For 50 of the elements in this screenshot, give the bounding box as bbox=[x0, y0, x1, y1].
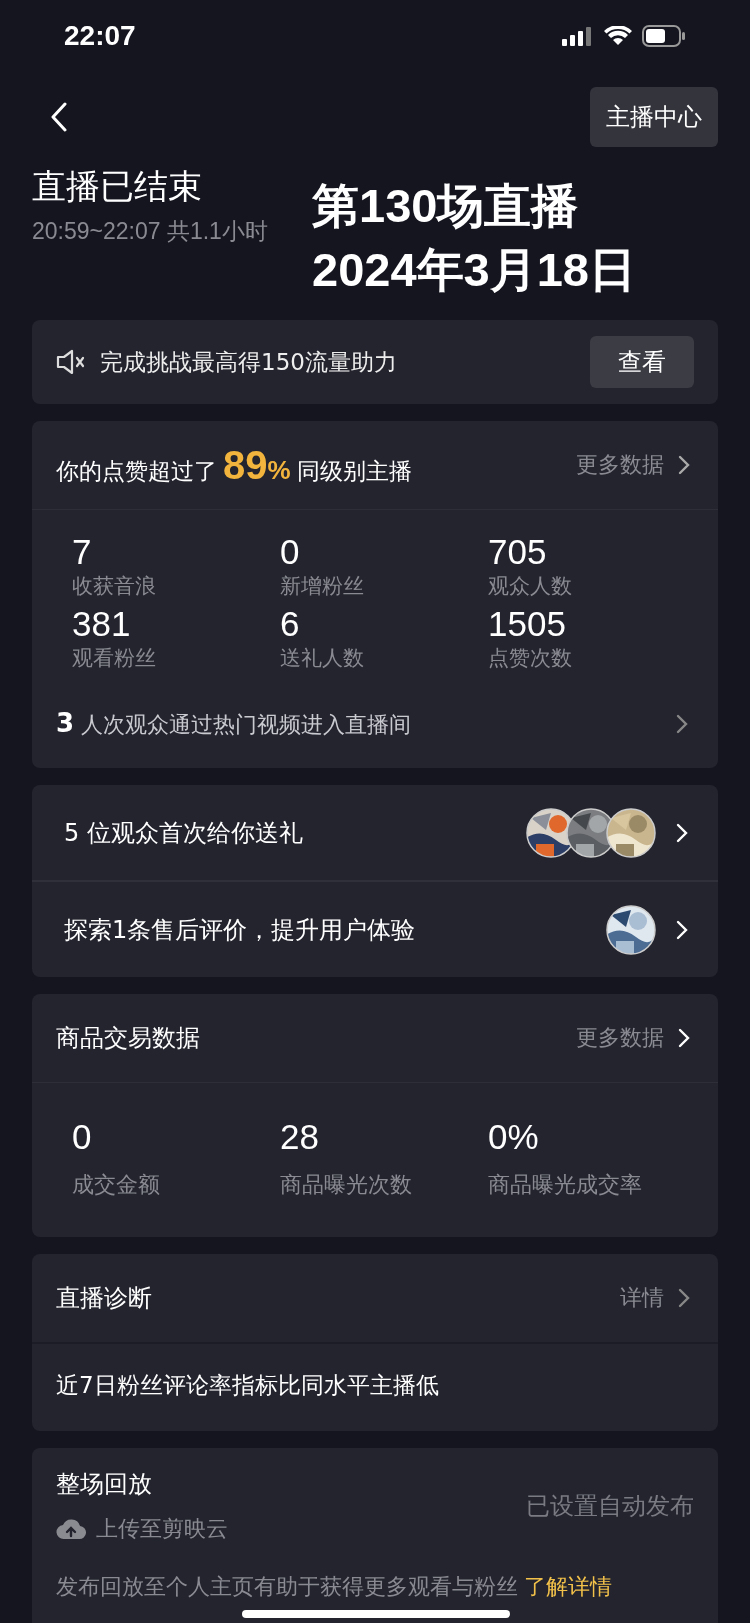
chevron-icon[interactable] bbox=[678, 455, 690, 475]
replay-note: 发布回放至个人主页有助于获得更多观看与粉丝 bbox=[56, 1573, 518, 1601]
wifi-icon bbox=[604, 26, 632, 46]
stat-value: 705 bbox=[488, 532, 547, 572]
stat-value: 7 bbox=[72, 532, 92, 572]
stat-value: 28 bbox=[280, 1116, 319, 1158]
status-time: 22:07 bbox=[64, 20, 136, 52]
upload-text[interactable]: 上传至剪映云 bbox=[96, 1514, 228, 1544]
anchor-center-button[interactable]: 主播中心 bbox=[590, 87, 718, 147]
likes-text: 你的点赞超过了 bbox=[56, 456, 217, 486]
cloud-upload-icon bbox=[56, 1517, 86, 1541]
likes-percent: 89% bbox=[223, 442, 291, 488]
stat-label: 新增粉丝 bbox=[280, 573, 364, 600]
hot-video-text: 3 人次观众通过热门视频进入直播间 bbox=[56, 708, 412, 740]
speaker-icon bbox=[56, 349, 86, 375]
notice-text[interactable]: 5 位观众首次给你送礼 bbox=[64, 816, 526, 849]
stat-value: 381 bbox=[72, 604, 131, 644]
stat-label: 送礼人数 bbox=[280, 645, 364, 672]
stat-value: 0% bbox=[488, 1116, 539, 1158]
stat-value: 1505 bbox=[488, 604, 566, 644]
diagnosis-text: 近7日粉丝评论率指标比同水平主播低 bbox=[55, 1371, 440, 1400]
page-title: 直播已结束 bbox=[32, 165, 202, 208]
learn-more-link[interactable]: 了解详情 bbox=[524, 1572, 612, 1602]
live-duration: 20:59~22:07 共1.1小时 bbox=[32, 217, 268, 246]
view-button[interactable]: 查看 bbox=[590, 336, 694, 388]
details-link[interactable]: 详情 bbox=[620, 1283, 664, 1313]
auto-publish-status: 已设置自动发布 bbox=[526, 1491, 694, 1522]
stat-value: 0 bbox=[280, 532, 300, 572]
notice-text[interactable]: 探索1条售后评价，提升用户体验 bbox=[64, 913, 606, 946]
more-data-link[interactable]: 更多数据 bbox=[576, 1023, 664, 1053]
stat-label: 收获音浪 bbox=[72, 573, 156, 600]
back-icon[interactable] bbox=[50, 102, 68, 132]
stat-label: 成交金额 bbox=[72, 1171, 160, 1199]
likes-text: 同级别主播 bbox=[296, 456, 412, 486]
card-title: 整场回放 bbox=[56, 1469, 153, 1500]
signal-icon bbox=[562, 26, 594, 46]
stat-label: 商品曝光次数 bbox=[280, 1171, 412, 1199]
overlay-caption: 第130场直播 bbox=[312, 178, 580, 234]
battery-icon bbox=[642, 25, 686, 47]
stat-value: 6 bbox=[280, 604, 300, 644]
challenge-text: 完成挑战最高得150流量助力 bbox=[100, 347, 398, 377]
more-data-link[interactable]: 更多数据 bbox=[576, 450, 664, 480]
stat-label: 商品曝光成交率 bbox=[488, 1171, 642, 1199]
overlay-caption: 2024年3月18日 bbox=[312, 242, 636, 298]
stat-value: 0 bbox=[72, 1116, 92, 1158]
stat-label: 点赞次数 bbox=[488, 645, 572, 672]
card-title: 直播诊断 bbox=[56, 1283, 153, 1314]
card-title: 商品交易数据 bbox=[56, 1023, 201, 1054]
stat-label: 观看粉丝 bbox=[72, 645, 156, 672]
stat-label: 观众人数 bbox=[488, 573, 572, 600]
